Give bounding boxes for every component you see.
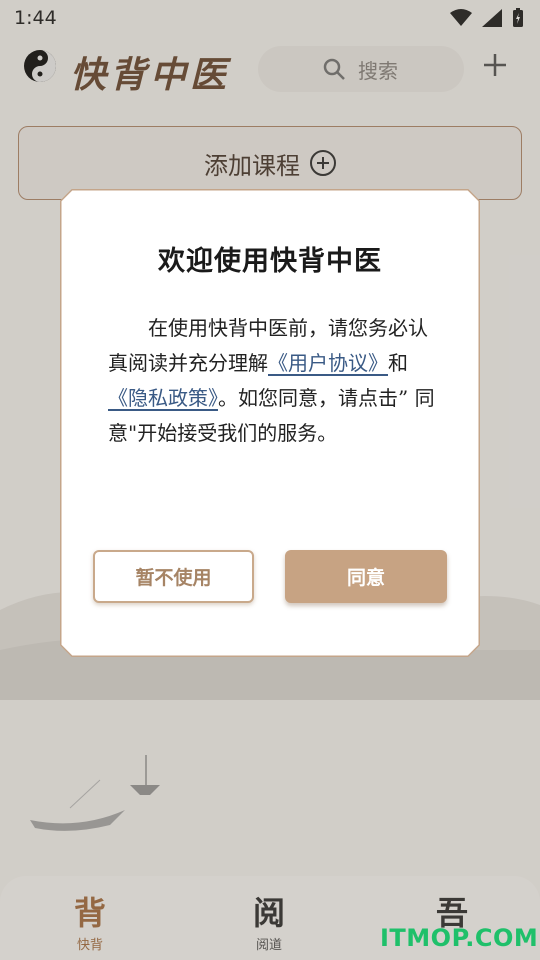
user-agreement-link[interactable]: 《用户协议》 [268,351,388,375]
watermark-text: ITMOP.COM [380,924,539,952]
decline-button[interactable]: 暂不使用 [93,550,254,603]
dialog-title: 欢迎使用快背中医 [158,246,382,277]
dialog-body: 在使用快背中医前，请您务必认真阅读并充分理解《用户协议》和《隐私政策》。如您同意… [108,311,438,451]
agree-button[interactable]: 同意 [285,550,447,603]
dialog-body-and: 和 [388,351,408,375]
privacy-policy-link[interactable]: 《隐私政策》 [108,386,218,410]
welcome-dialog: 欢迎使用快背中医 在使用快背中医前，请您务必认真阅读并充分理解《用户协议》和《隐… [60,189,480,657]
